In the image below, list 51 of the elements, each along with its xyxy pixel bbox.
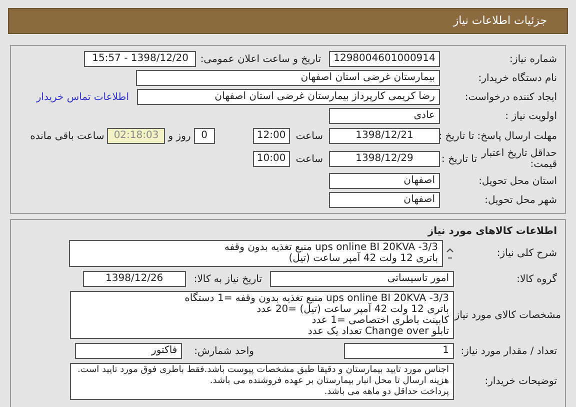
- note-line: پرداخت حداقل دو ماهه می باشد.: [323, 387, 449, 398]
- field-label: ایجاد کننده درخواست:: [464, 90, 557, 104]
- time-label: ساعت: [296, 152, 323, 166]
- field-label: تا تاریخ :: [438, 130, 474, 144]
- need-number-field: 1298004601000914: [329, 51, 440, 67]
- deadline-time-field: 12:00: [252, 128, 290, 144]
- field-label: واحد شمارش:: [194, 344, 254, 358]
- goods-group-field: امور تاسیساتی: [270, 271, 454, 287]
- time-label: ساعت: [296, 130, 323, 144]
- scroll-arrow-icon[interactable]: [446, 248, 454, 260]
- spec-line: ups online BI 20KVA -3/3 منبع تغذیه بدون وقفه =1 دستگاه: [184, 293, 449, 304]
- field-label: اولویت نیاز :: [505, 110, 557, 124]
- field-label: تاریخ و ساعت اعلان عمومی:: [200, 52, 321, 66]
- field-label: شهر محل تحویل:: [484, 194, 557, 208]
- priority-field: عادی: [329, 108, 440, 124]
- page-title: جزئیات اطلاعات نیاز: [453, 12, 547, 29]
- description-line: باتری 12 ولت 42 آمپر ساعت (تیل): [288, 253, 438, 264]
- spec-line: باتری 12 ولت 42 آمپر ساعت (تیل) =20 عدد: [256, 304, 449, 315]
- validity-date-field: 1398/12/29: [329, 151, 440, 167]
- unit-field: فاکتور: [75, 343, 182, 359]
- section-title: اطلاعات کالاهای مورد نیاز: [428, 225, 557, 238]
- province-field: اصفهان: [329, 173, 440, 189]
- quantity-field: 1: [344, 343, 454, 359]
- note-line: اجناس مورد تایید بیمارستان و دقیقا طبق مشخصات پیوست باشد.فقط باطری فوق مورد تایید است.: [76, 365, 449, 376]
- creator-field: رضا کریمی کارپرداز بیمارستان غرضی استان اصفهان: [137, 89, 440, 105]
- need-date-field: 1398/12/26: [82, 271, 186, 287]
- field-label: توضیحات خریدار:: [484, 375, 557, 389]
- announce-date-field: 1398/12/20 - 15:57: [84, 51, 196, 67]
- remaining-time-field: 02:18:03: [107, 128, 166, 144]
- description-line: ups online BI 20KVA -3/3 منبع تغذیه بدون وقفه: [223, 242, 438, 253]
- field-label: تاریخ نیاز به کالا:: [194, 272, 262, 286]
- field-label: شماره نیاز:: [510, 52, 557, 66]
- buyer-org-field: بیمارستان غرضی استان اصفهان: [136, 70, 440, 86]
- days-field: 0: [194, 128, 215, 144]
- days-label: روز و: [168, 130, 191, 144]
- field-label: نام دستگاه خریدار:: [478, 71, 557, 86]
- field-label: گروه کالا:: [516, 272, 557, 286]
- field-label: حداقل تاریخ اعتبار قیمت:: [481, 148, 557, 170]
- spec-line: تابلو Change over تعداد یک عدد: [306, 326, 449, 337]
- field-label: تا تاریخ :: [442, 152, 477, 166]
- validity-time-field: 10:00: [252, 151, 290, 167]
- field-label: تعداد / مقدار مورد نیاز:: [460, 344, 557, 358]
- city-field: اصفهان: [329, 192, 440, 208]
- buyer-contact-link[interactable]: اطلاعات تماس خریدار: [36, 90, 129, 104]
- remaining-label: ساعت باقی مانده: [30, 130, 104, 144]
- deadline-date-field: 1398/12/21: [329, 128, 440, 144]
- field-label: مهلت ارسال پاسخ:: [477, 130, 557, 144]
- field-label: استان محل تحویل:: [478, 174, 557, 188]
- note-line: هزینه ارسال تا محل انبار بیمارستان بر عهده فروشنده می باشد.: [208, 376, 449, 387]
- field-label: شرح کلی نیاز:: [496, 247, 557, 261]
- spec-line: کابینت باطری اختصاصی =1 عدد: [310, 315, 449, 326]
